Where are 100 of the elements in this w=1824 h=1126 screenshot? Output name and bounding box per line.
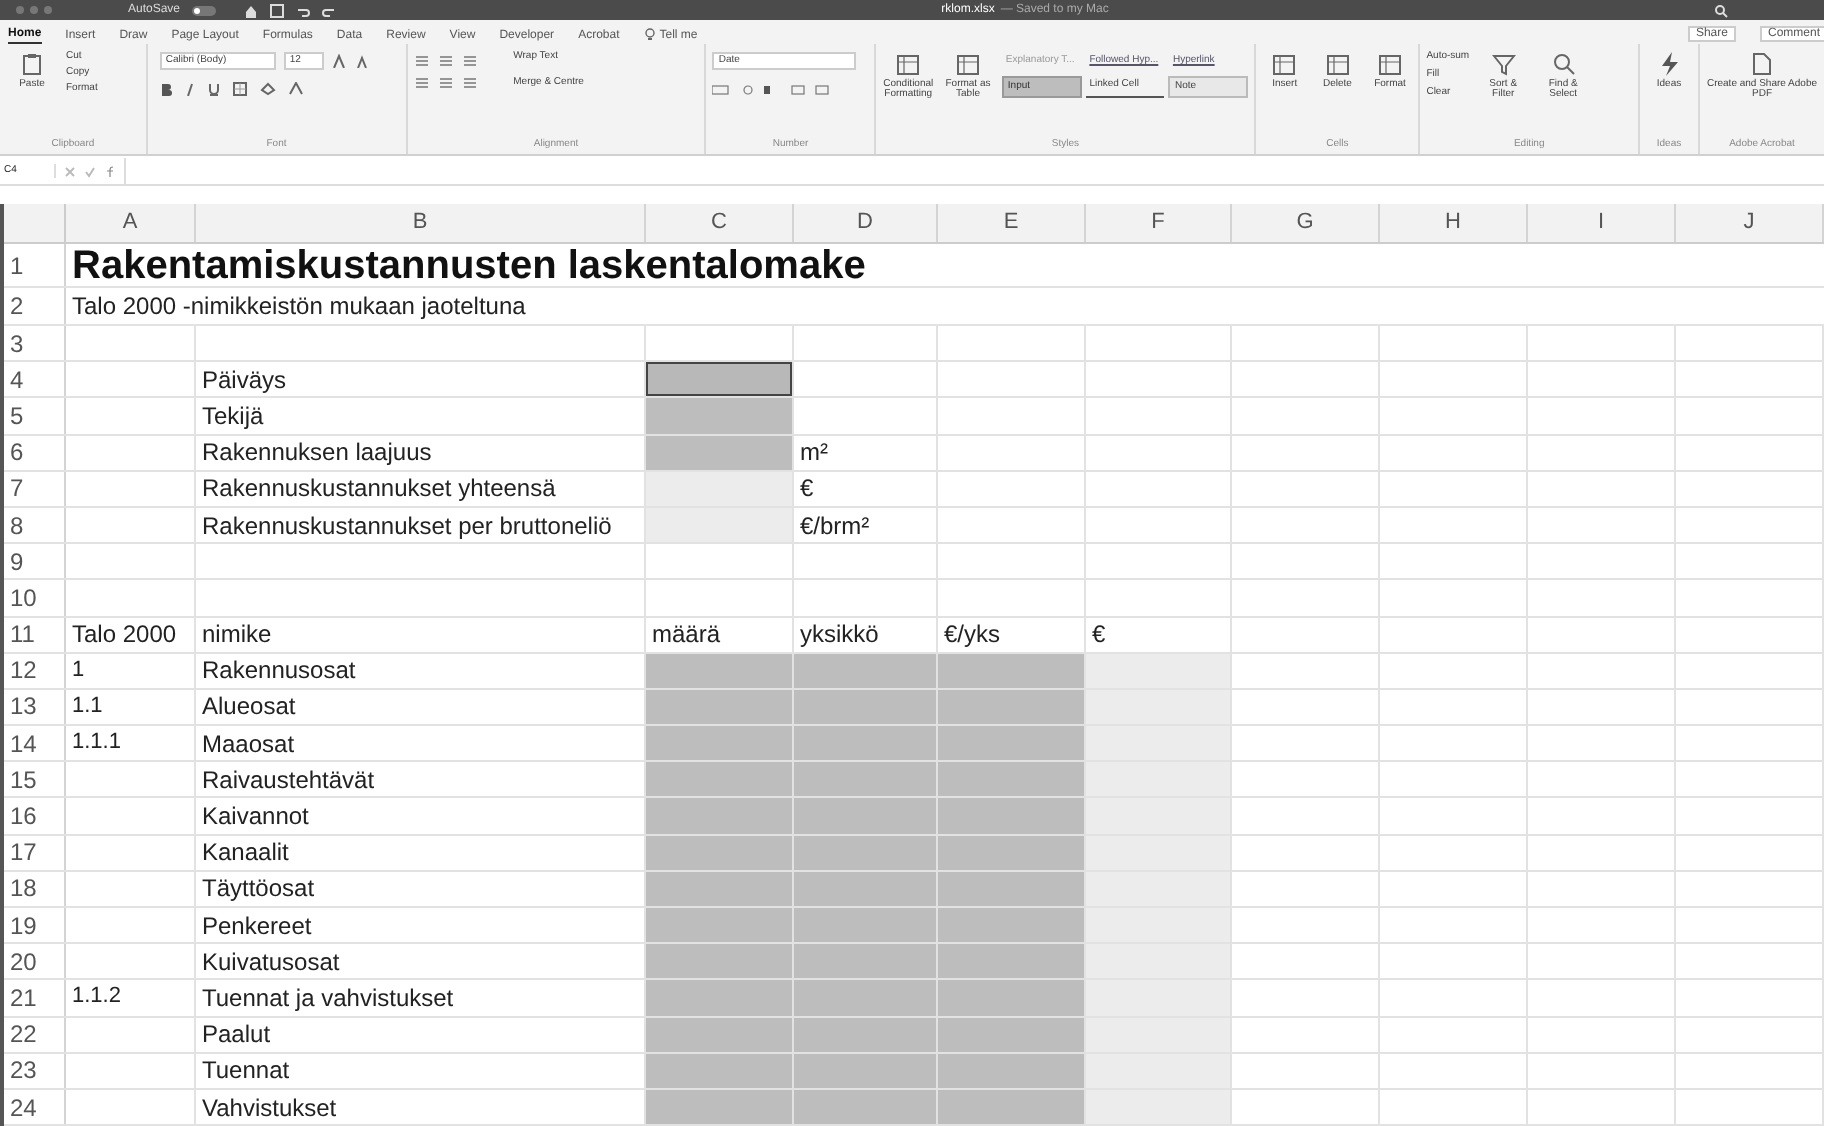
input-cell[interactable] [646, 835, 794, 870]
input-cell[interactable] [938, 762, 1086, 797]
column-header[interactable]: G [1232, 204, 1380, 242]
row-header[interactable]: 23 [4, 1053, 66, 1088]
result-cell[interactable] [1086, 1089, 1232, 1125]
italic-icon[interactable] [183, 82, 196, 96]
result-cell[interactable] [1086, 726, 1232, 761]
input-cell[interactable] [646, 871, 794, 906]
result-cell[interactable] [1086, 980, 1232, 1016]
input-cell[interactable] [646, 762, 794, 797]
column-header[interactable]: A [66, 204, 196, 242]
input-cell[interactable] [646, 689, 794, 725]
clipboard-icon[interactable] [20, 52, 44, 76]
input-cell[interactable] [646, 653, 794, 688]
result-cell[interactable] [1086, 871, 1232, 906]
row-header[interactable]: 20 [4, 944, 66, 979]
align-center-icon[interactable] [437, 76, 454, 90]
column-header[interactable]: D [794, 204, 938, 242]
row-header[interactable]: 19 [4, 908, 66, 943]
row-header[interactable]: 12 [4, 653, 66, 688]
input-cell[interactable] [794, 1053, 938, 1088]
confirm-icon[interactable] [84, 165, 96, 177]
column-header[interactable]: I [1528, 204, 1676, 242]
input-cell[interactable] [646, 798, 794, 834]
row-header[interactable]: 22 [4, 1017, 66, 1052]
search-icon[interactable] [1714, 3, 1728, 17]
input-cell[interactable] [938, 980, 1086, 1016]
input-cell[interactable] [938, 1089, 1086, 1125]
input-cell[interactable] [646, 908, 794, 943]
row-header[interactable]: 4 [4, 362, 66, 397]
row-header[interactable]: 13 [4, 689, 66, 725]
align-bottom-icon[interactable] [461, 54, 478, 68]
input-cell[interactable] [938, 835, 1086, 870]
input-cell[interactable] [646, 1017, 794, 1052]
input-cell[interactable] [938, 944, 1086, 979]
format-cells-icon[interactable] [1378, 52, 1403, 76]
input-cell[interactable] [794, 798, 938, 834]
number-format-icons[interactable] [712, 84, 833, 96]
input-cell[interactable] [794, 762, 938, 797]
row-header[interactable]: 24 [4, 1089, 66, 1125]
search-icon[interactable] [1551, 52, 1576, 76]
input-cell[interactable] [938, 726, 1086, 761]
row-header[interactable]: 6 [4, 435, 66, 470]
input-cell[interactable] [794, 835, 938, 870]
input-cell[interactable] [794, 653, 938, 688]
column-header[interactable]: H [1380, 204, 1528, 242]
delete-cells-icon[interactable] [1325, 52, 1350, 76]
input-cell[interactable] [646, 362, 794, 397]
input-cell[interactable] [646, 726, 794, 761]
underline-icon[interactable] [207, 82, 220, 96]
row-header[interactable]: 3 [4, 326, 66, 361]
lightning-icon[interactable] [1657, 52, 1681, 76]
row-header[interactable]: 21 [4, 980, 66, 1016]
function-icon[interactable] [104, 165, 116, 177]
redo-icon[interactable] [322, 3, 337, 17]
input-cell[interactable] [794, 944, 938, 979]
column-header[interactable]: J [1676, 204, 1824, 242]
align-middle-icon[interactable] [437, 54, 454, 68]
result-cell[interactable] [1086, 908, 1232, 943]
row-header[interactable]: 9 [4, 544, 66, 579]
input-cell[interactable] [646, 944, 794, 979]
result-cell[interactable] [1086, 653, 1232, 688]
decrease-font-icon[interactable] [355, 54, 372, 68]
fill-color-icon[interactable] [259, 82, 276, 96]
row-header[interactable]: 7 [4, 471, 66, 506]
column-header[interactable]: B [196, 204, 646, 242]
input-cell[interactable] [938, 798, 1086, 834]
input-cell[interactable] [938, 1053, 1086, 1088]
input-cell[interactable] [794, 726, 938, 761]
input-cell[interactable] [646, 1053, 794, 1088]
column-header[interactable]: E [938, 204, 1086, 242]
table-format-icon[interactable] [955, 52, 980, 76]
result-cell[interactable] [1086, 798, 1232, 834]
document-icon[interactable] [1750, 52, 1774, 76]
row-header[interactable]: 15 [4, 762, 66, 797]
input-cell[interactable] [794, 1089, 938, 1125]
font-color-icon[interactable] [287, 82, 304, 96]
input-cell[interactable] [646, 1089, 794, 1125]
insert-cells-icon[interactable] [1272, 52, 1297, 76]
result-cell[interactable] [1086, 1017, 1232, 1052]
result-cell[interactable] [1086, 689, 1232, 725]
result-cell[interactable] [1086, 762, 1232, 797]
row-header[interactable]: 1 [4, 244, 66, 286]
column-header[interactable]: F [1086, 204, 1232, 242]
result-cell[interactable] [1086, 1053, 1232, 1088]
align-right-icon[interactable] [461, 76, 478, 90]
lightbulb-icon[interactable] [643, 28, 656, 42]
input-cell[interactable] [794, 980, 938, 1016]
row-header[interactable]: 2 [4, 288, 66, 324]
column-header[interactable]: C [646, 204, 794, 242]
input-cell[interactable] [938, 871, 1086, 906]
bold-icon[interactable] [159, 82, 172, 96]
autosave-toggle[interactable] [192, 5, 217, 15]
result-cell[interactable] [646, 507, 794, 543]
result-cell[interactable] [1086, 835, 1232, 870]
align-left-icon[interactable] [413, 76, 430, 90]
row-header[interactable]: 8 [4, 507, 66, 543]
row-header[interactable]: 5 [4, 398, 66, 434]
borders-icon[interactable] [231, 82, 248, 96]
conditional-formatting-icon[interactable] [896, 52, 921, 76]
